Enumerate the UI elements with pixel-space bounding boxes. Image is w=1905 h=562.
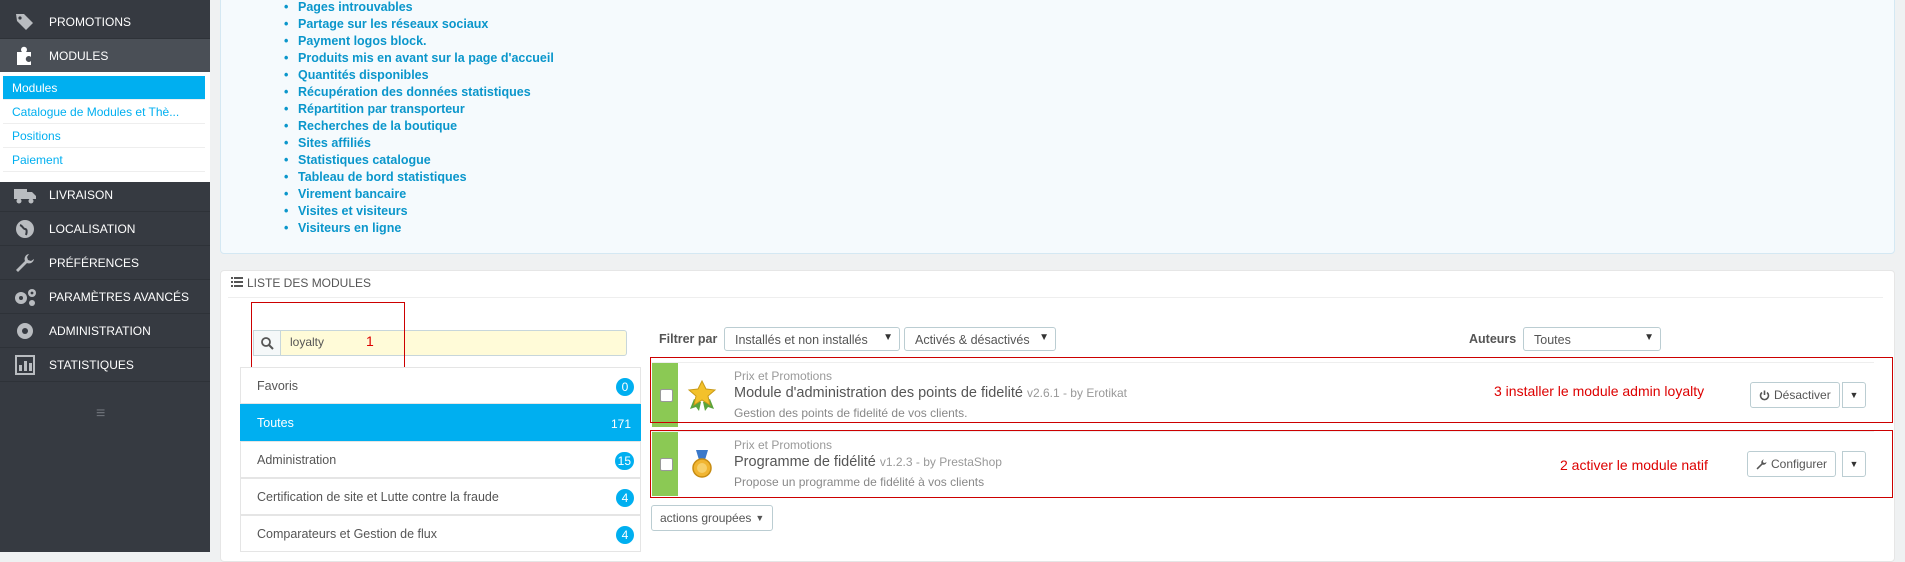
list-icon bbox=[231, 276, 243, 290]
count-badge: 0 bbox=[616, 378, 634, 396]
sidebar: PROMOTIONS MODULES Modules Catalogue de … bbox=[0, 0, 210, 552]
sidebar-item-livraison[interactable]: LIVRAISON bbox=[0, 178, 210, 212]
category-administration[interactable]: Administration 15 bbox=[240, 441, 641, 478]
sidebar-item-parametres-avances[interactable]: PARAMÈTRES AVANCÉS bbox=[0, 280, 210, 314]
panel-heading: LISTE DES MODULES bbox=[231, 276, 371, 290]
list-item[interactable]: Statistiques catalogue bbox=[284, 153, 431, 170]
caret-down-icon: ▼ bbox=[755, 513, 765, 523]
list-item[interactable]: Partage sur les réseaux sociaux bbox=[284, 17, 488, 34]
list-item[interactable]: Visites et visiteurs bbox=[284, 204, 408, 221]
caret-down-icon: ▼ bbox=[883, 332, 893, 343]
sidebar-collapse-icon[interactable]: ≡ bbox=[96, 405, 105, 423]
list-item[interactable]: Payment logos block. bbox=[284, 34, 426, 51]
sidebar-subitem-paiement[interactable]: Paiement bbox=[3, 148, 205, 172]
divider bbox=[228, 297, 1883, 298]
authors-select[interactable]: Toutes ▼ bbox=[1523, 327, 1661, 351]
globe-icon bbox=[12, 216, 38, 242]
count-badge: 15 bbox=[614, 452, 634, 470]
puzzle-icon bbox=[12, 43, 38, 69]
list-item[interactable]: Visiteurs en ligne bbox=[284, 221, 401, 238]
annotation-box-module-1 bbox=[650, 357, 1893, 423]
active-filter-select[interactable]: Activés & désactivés ▼ bbox=[904, 327, 1056, 351]
bulk-actions-button[interactable]: actions groupées ▼ bbox=[651, 505, 774, 531]
filter-label: Filtrer par bbox=[659, 332, 718, 346]
list-item[interactable]: Quantités disponibles bbox=[284, 68, 429, 85]
authors-label: Auteurs bbox=[1469, 332, 1517, 346]
category-certification[interactable]: Certification de site et Lutte contre la… bbox=[240, 478, 641, 515]
list-item[interactable]: Virement bancaire bbox=[284, 187, 406, 204]
list-item[interactable]: Tableau de bord statistiques bbox=[284, 170, 467, 187]
count-badge: 4 bbox=[616, 489, 634, 507]
list-item[interactable]: Récupération des données statistiques bbox=[284, 85, 531, 102]
list-item[interactable]: Produits mis en avant sur la page d'accu… bbox=[284, 51, 554, 68]
truck-icon bbox=[12, 182, 38, 208]
sidebar-item-administration[interactable]: ADMINISTRATION bbox=[0, 314, 210, 348]
category-toutes[interactable]: Toutes 171 bbox=[240, 404, 641, 441]
install-filter-select[interactable]: Installés et non installés ▼ bbox=[724, 327, 900, 351]
list-item[interactable]: Recherches de la boutique bbox=[284, 119, 457, 136]
sidebar-item-statistiques[interactable]: STATISTIQUES bbox=[0, 348, 210, 382]
sidebar-submenu-modules: Modules Catalogue de Modules et Thè... P… bbox=[0, 72, 210, 182]
sidebar-item-localisation[interactable]: LOCALISATION bbox=[0, 212, 210, 246]
category-favoris[interactable]: Favoris 0 bbox=[240, 367, 641, 404]
tag-icon bbox=[12, 9, 38, 35]
panel-title: LISTE DES MODULES bbox=[247, 276, 372, 290]
gears-icon bbox=[12, 284, 38, 310]
list-item[interactable]: Répartition par transporteur bbox=[284, 102, 465, 119]
sidebar-item-preferences[interactable]: PRÉFÉRENCES bbox=[0, 246, 210, 280]
caret-down-icon: ▼ bbox=[1644, 332, 1654, 343]
count-badge: 4 bbox=[616, 526, 634, 544]
list-item[interactable]: Sites affiliés bbox=[284, 136, 371, 153]
sidebar-subitem-catalogue[interactable]: Catalogue de Modules et Thè... bbox=[3, 100, 205, 124]
list-item[interactable]: Pages introuvables bbox=[284, 0, 413, 17]
sidebar-item-promotions[interactable]: PROMOTIONS bbox=[0, 5, 210, 39]
caret-down-icon: ▼ bbox=[1039, 332, 1049, 343]
sidebar-subitem-positions[interactable]: Positions bbox=[3, 124, 205, 148]
category-comparateurs[interactable]: Comparateurs et Gestion de flux 4 bbox=[240, 515, 641, 552]
module-list-panel-top bbox=[220, 0, 1895, 254]
sidebar-subitem-modules[interactable]: Modules bbox=[3, 76, 205, 100]
bar-chart-icon bbox=[12, 352, 38, 378]
wrench-icon bbox=[12, 250, 38, 276]
count-badge: 171 bbox=[610, 417, 631, 431]
gear-icon bbox=[12, 318, 38, 344]
sidebar-item-modules[interactable]: MODULES bbox=[0, 39, 210, 73]
annotation-box-search bbox=[251, 302, 405, 374]
annotation-box-module-2 bbox=[650, 430, 1893, 498]
